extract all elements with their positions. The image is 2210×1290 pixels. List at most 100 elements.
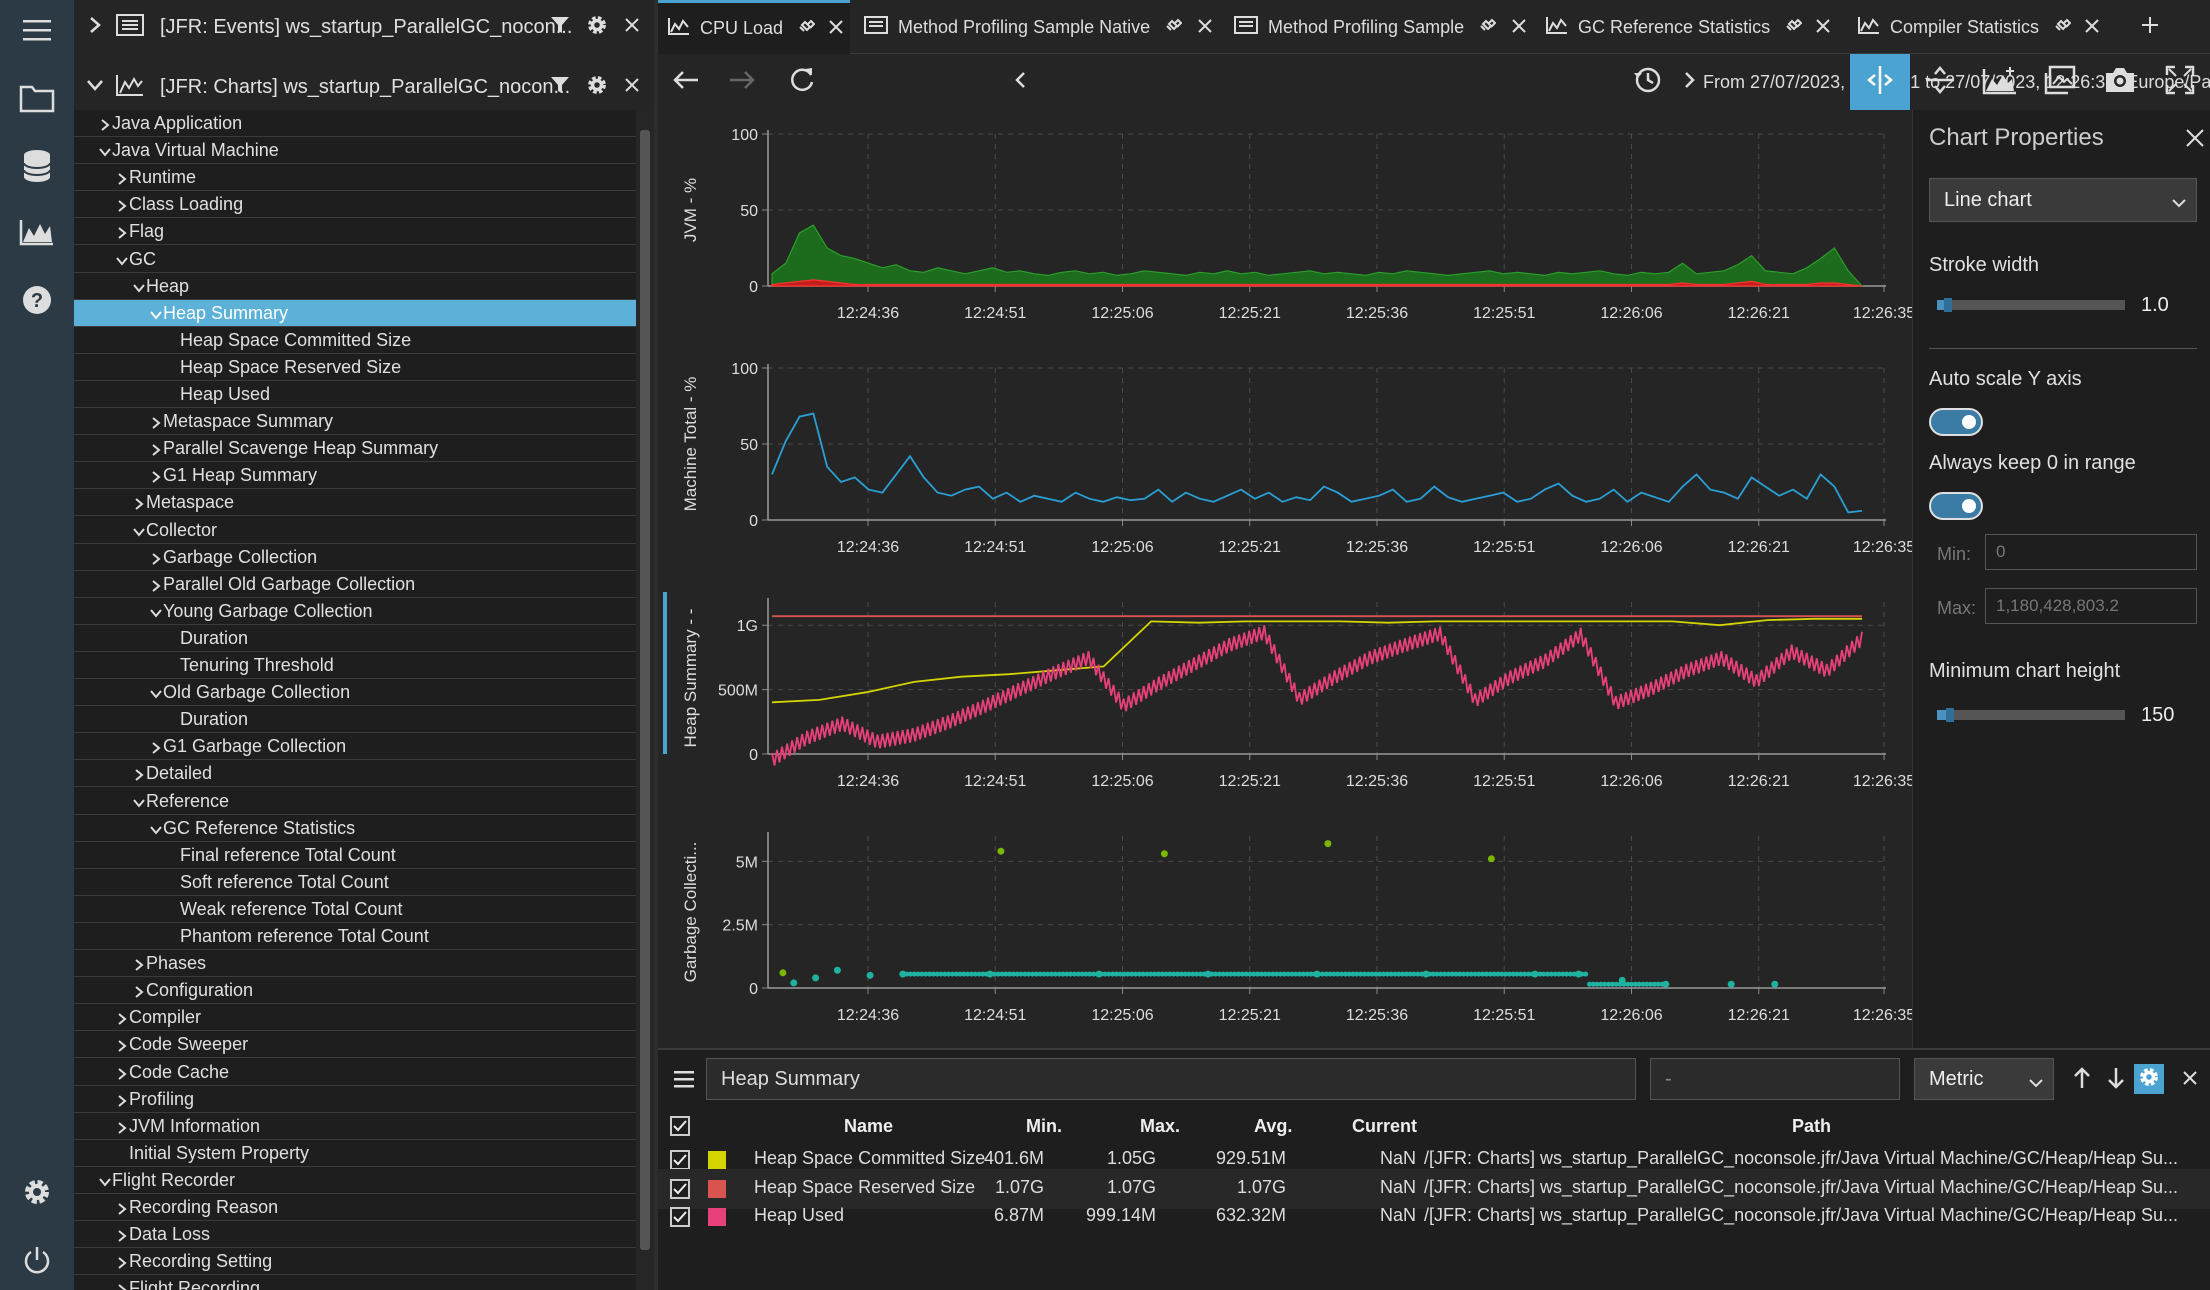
chevron-down-icon[interactable]	[149, 604, 163, 625]
min-height-slider-thumb[interactable]	[1946, 708, 1955, 722]
tree-item[interactable]: Reference	[74, 788, 636, 815]
close-icon[interactable]	[1816, 17, 1830, 38]
tab-gc-reference-statistics[interactable]: GC Reference Statistics	[1542, 0, 1852, 54]
history-button[interactable]	[1620, 54, 1676, 110]
range-next-button[interactable]	[1670, 54, 1710, 110]
tree-item[interactable]: Configuration	[74, 977, 636, 1005]
chevron-right-icon[interactable]	[115, 170, 129, 191]
chevron-right-icon[interactable]	[149, 414, 163, 435]
chevron-right-icon[interactable]	[115, 1200, 129, 1221]
legend-settings-button[interactable]	[2134, 1064, 2164, 1094]
tree-scrollbar[interactable]	[636, 110, 654, 1290]
gallery-button[interactable]	[2030, 54, 2090, 110]
forward-button[interactable]	[714, 54, 770, 110]
chart-1[interactable]: 12:24:36 12:24:51 12:25:06 12:25:21 12:25:36…	[681, 361, 1915, 556]
fullscreen-button[interactable]	[2150, 54, 2210, 110]
arrow-down-icon[interactable]	[2106, 1066, 2126, 1095]
settings-icon[interactable]	[0, 1162, 74, 1222]
tree-item[interactable]: Phantom reference Total Count	[74, 923, 636, 950]
vertical-expand-button[interactable]	[1910, 54, 1970, 110]
chevron-right-icon[interactable]	[115, 1281, 129, 1290]
chevron-down-icon[interactable]	[98, 1173, 112, 1194]
tree-item[interactable]: Flight Recorder	[74, 1167, 636, 1194]
tree-item[interactable]: Heap Space Committed Size	[74, 327, 636, 354]
col-header-current[interactable]: Current	[1352, 1116, 1417, 1137]
chevron-right-icon[interactable]	[149, 577, 163, 598]
charts-svg[interactable]: 12:24:36 12:24:51 12:25:06 12:25:21 12:25:36…	[658, 110, 1915, 1048]
chart-2[interactable]: 12:24:36 12:24:51 12:25:06 12:25:21 12:25:36…	[663, 592, 1915, 790]
tree-item[interactable]: Recording Setting	[74, 1248, 636, 1276]
filter-icon[interactable]	[550, 15, 570, 40]
chevron-right-icon[interactable]	[115, 197, 129, 218]
link-icon[interactable]	[1478, 16, 1497, 39]
tree-item[interactable]: Heap Used	[74, 381, 636, 408]
min-height-slider[interactable]	[1937, 708, 2125, 722]
row-checkbox[interactable]	[670, 1178, 690, 1199]
hamburger-icon[interactable]	[674, 1070, 694, 1093]
tree-item[interactable]: Heap Summary	[74, 299, 636, 327]
gear-icon[interactable]	[586, 74, 608, 101]
chevron-right-icon[interactable]	[115, 1010, 129, 1031]
tree-item[interactable]: Data Loss	[74, 1221, 636, 1249]
chevron-right-icon[interactable]	[115, 1092, 129, 1113]
tree-item[interactable]: Heap	[74, 273, 636, 300]
tab-method-profiling[interactable]: Method Profiling Sample	[1228, 0, 1538, 54]
link-icon[interactable]	[1784, 16, 1803, 39]
row-checkbox[interactable]	[670, 1207, 690, 1227]
stroke-width-slider-thumb[interactable]	[1944, 298, 1953, 312]
chevron-right-icon[interactable]	[115, 1227, 129, 1248]
close-icon[interactable]	[1512, 17, 1526, 38]
tab-cpu-load[interactable]: CPU Load	[658, 0, 850, 54]
events-panel-header[interactable]: [JFR: Events] ws_startup_ParallelGC_noco…	[74, 0, 654, 55]
chart-3[interactable]: 12:24:36 12:24:51 12:25:06 12:25:21 12:25:36…	[681, 832, 1915, 1024]
chevron-right-icon[interactable]	[115, 1254, 129, 1275]
chevron-right-icon[interactable]	[115, 1065, 129, 1086]
chevron-right-icon[interactable]	[86, 16, 104, 39]
close-icon[interactable]	[2185, 128, 2205, 153]
back-button[interactable]	[658, 54, 714, 110]
chevron-down-icon[interactable]	[115, 252, 129, 273]
close-icon[interactable]	[624, 77, 640, 98]
database-icon[interactable]	[0, 136, 74, 196]
col-header-max[interactable]: Max.	[1140, 1116, 1180, 1137]
tree-item[interactable]: Garbage Collection	[74, 544, 636, 571]
tree-item[interactable]: GC Reference Statistics	[74, 815, 636, 842]
tree-item[interactable]: Detailed	[74, 760, 636, 788]
chevron-down-icon[interactable]	[132, 794, 146, 815]
chevron-right-icon[interactable]	[115, 1037, 129, 1058]
arrow-up-icon[interactable]	[2072, 1066, 2092, 1095]
tree-item[interactable]: Runtime	[74, 164, 636, 192]
close-icon[interactable]	[2085, 17, 2099, 38]
col-header-path[interactable]: Path	[1792, 1116, 1831, 1137]
tree-item[interactable]: Metaspace	[74, 489, 636, 517]
chevron-right-icon[interactable]	[149, 441, 163, 462]
legend-row[interactable]: Heap Used 6.87M 999.14M 632.32M NaN /[JFR: Ch…	[658, 1197, 2210, 1237]
tree-item[interactable]: Profiling	[74, 1086, 636, 1113]
tree-item[interactable]: Weak reference Total Count	[74, 896, 636, 923]
gear-icon[interactable]	[586, 14, 608, 41]
range-prev-button[interactable]	[1008, 54, 1032, 110]
add-chart-button[interactable]	[1970, 54, 2030, 110]
tree-item[interactable]: Tenuring Threshold	[74, 652, 636, 679]
tree-scrollbar-thumb[interactable]	[640, 130, 650, 1250]
chevron-right-icon[interactable]	[132, 495, 146, 516]
tree-item[interactable]: Java Virtual Machine	[74, 137, 636, 165]
tree-item[interactable]: Old Garbage Collection	[74, 679, 636, 707]
tree-item[interactable]: Collector	[74, 517, 636, 544]
chevron-right-icon[interactable]	[132, 956, 146, 977]
close-icon[interactable]	[624, 17, 640, 38]
tree-item[interactable]: Phases	[74, 950, 636, 978]
tree-item[interactable]: Flag	[74, 218, 636, 246]
link-icon[interactable]	[1164, 16, 1183, 39]
chevron-down-icon[interactable]	[149, 685, 163, 706]
tree-item[interactable]: Class Loading	[74, 191, 636, 219]
tree-item[interactable]: JVM Information	[74, 1113, 636, 1140]
tree-item[interactable]: Duration	[74, 625, 636, 652]
tree-item[interactable]: Code Sweeper	[74, 1031, 636, 1059]
tab-method-profiling-native[interactable]: Method Profiling Sample Native	[858, 0, 1228, 54]
crosshair-toggle-button[interactable]	[1850, 54, 1910, 110]
legend-filter-input[interactable]: Heap Summary	[706, 1058, 1636, 1100]
unit-select[interactable]: Metric	[1914, 1058, 2054, 1100]
menu-icon[interactable]	[0, 0, 74, 60]
chevron-down-icon[interactable]	[149, 306, 163, 327]
